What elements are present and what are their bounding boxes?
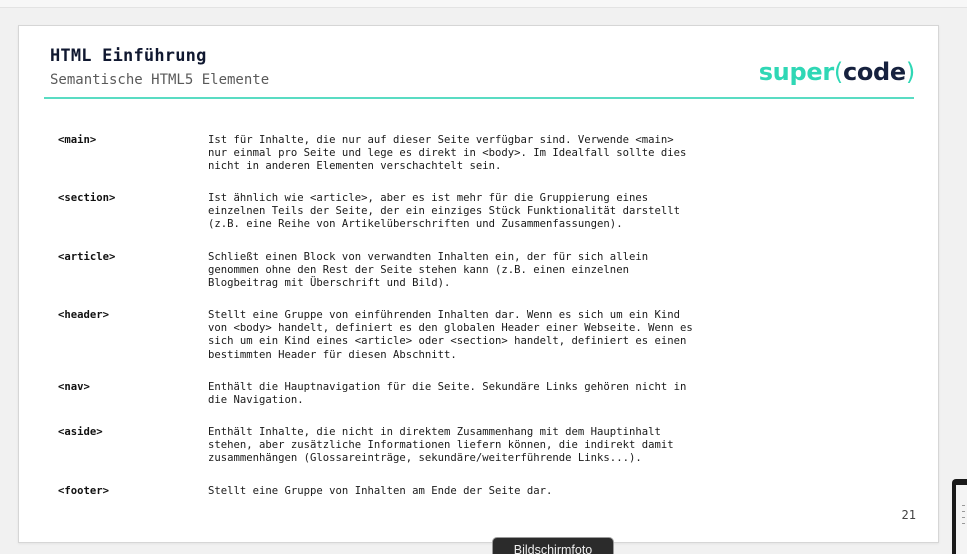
element-description: Stellt eine Gruppe von einführenden Inha…: [208, 309, 693, 361]
element-tag: <main>: [58, 134, 97, 146]
thumbnail-line: [962, 511, 965, 512]
slide: HTML Einführung Semantische HTML5 Elemen…: [18, 25, 939, 543]
element-description: Enthält Inhalte, die nicht in direktem Z…: [208, 426, 674, 465]
thumbnail-line: [962, 523, 965, 524]
element-description: Enthält die Hauptnavigation für die Seit…: [208, 381, 687, 407]
element-description: Ist für Inhalte, die nur auf dieser Seit…: [208, 134, 687, 173]
page-number: 21: [901, 508, 916, 522]
element-tag: <article>: [58, 251, 116, 263]
logo-paren-open: (: [833, 58, 843, 86]
list-item: <article> Schließt einen Block von verwa…: [58, 251, 758, 309]
thumbnail-line: [962, 517, 965, 518]
list-item: <main> Ist für Inhalte, die nur auf dies…: [58, 134, 758, 192]
list-item: <footer> Stellt eine Gruppe von Inhalten…: [58, 485, 758, 505]
logo-word-super: super: [758, 58, 834, 86]
list-item: <header> Stellt eine Gruppe von einführe…: [58, 309, 758, 381]
element-tag: <header>: [58, 309, 110, 321]
element-description: Stellt eine Gruppe von Inhalten am Ende …: [208, 485, 553, 497]
list-item: <nav> Enthält die Hauptnavigation für di…: [58, 381, 758, 426]
element-list: <main> Ist für Inhalte, die nur auf dies…: [58, 134, 758, 505]
screenshot-thumbnail[interactable]: [952, 479, 967, 554]
element-description: Ist ähnlich wie <article>, aber es ist m…: [208, 192, 680, 231]
top-toolbar-strip: [0, 0, 967, 8]
element-tag: <footer>: [58, 485, 110, 497]
list-item: <aside> Enthält Inhalte, die nicht in di…: [58, 426, 758, 485]
thumbnail-preview: [956, 485, 967, 554]
element-tag: <aside>: [58, 426, 103, 438]
logo-paren-close: ): [905, 58, 915, 86]
header-divider: [44, 97, 914, 99]
slide-title: HTML Einführung: [50, 46, 207, 66]
list-item: <section> Ist ähnlich wie <article>, abe…: [58, 192, 758, 251]
element-description: Schließt einen Block von verwandten Inha…: [208, 251, 649, 290]
thumbnail-line: [962, 505, 965, 506]
element-tag: <nav>: [58, 381, 90, 393]
slide-subtitle: Semantische HTML5 Elemente: [50, 72, 270, 88]
supercode-logo: super(code): [758, 58, 916, 86]
screenshot-tooltip: Bildschirmfoto: [492, 537, 614, 554]
element-tag: <section>: [58, 192, 116, 204]
logo-word-code: code: [842, 58, 906, 86]
